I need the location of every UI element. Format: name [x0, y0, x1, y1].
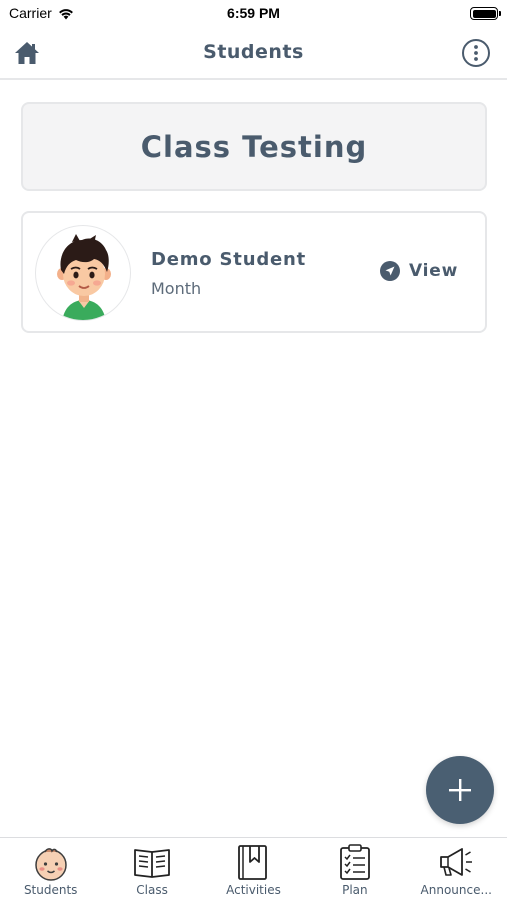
megaphone-icon	[440, 848, 473, 876]
open-book-icon	[134, 849, 170, 878]
carrier-label: Carrier	[9, 5, 52, 21]
tab-label: Class	[136, 883, 168, 897]
class-header-card: Class Testing	[21, 102, 487, 191]
view-student-button[interactable]: View	[380, 261, 458, 281]
battery-icon	[470, 7, 501, 20]
tab-plan[interactable]: Plan	[304, 838, 405, 900]
clipboard-checklist-icon	[339, 844, 370, 880]
student-subtitle: Month	[151, 279, 202, 298]
plus-icon	[449, 779, 471, 801]
navigation-bar: Students	[0, 28, 507, 80]
tab-announcements[interactable]: Announce...	[406, 838, 507, 900]
student-name: Demo Student	[151, 249, 307, 270]
bottom-tab-bar: Students Class Activities Plan Announce.…	[0, 837, 507, 900]
class-title: Class Testing	[140, 129, 368, 164]
tab-label: Students	[23, 883, 78, 897]
tab-students[interactable]: Students	[0, 838, 101, 900]
status-time: 6:59 PM	[227, 5, 280, 21]
boy-avatar-icon	[57, 234, 111, 320]
baby-face-icon	[34, 848, 67, 881]
tab-label: Activities	[226, 883, 281, 897]
view-label: View	[409, 261, 459, 281]
carrier-group: Carrier	[9, 5, 75, 21]
more-options-button[interactable]	[461, 38, 491, 68]
student-card[interactable]: Demo Student Month View	[21, 211, 487, 333]
tab-label: Announce...	[420, 883, 492, 897]
status-bar: Carrier 6:59 PM	[0, 0, 507, 28]
wifi-icon	[58, 8, 73, 19]
navigation-arrow-icon	[380, 261, 400, 281]
more-vertical-icon	[462, 39, 490, 67]
page-title: Students	[203, 41, 304, 63]
tab-label: Plan	[342, 883, 368, 897]
student-avatar	[35, 225, 131, 321]
tab-class[interactable]: Class	[101, 838, 202, 900]
tab-activities[interactable]: Activities	[203, 838, 304, 900]
bookmark-book-icon	[238, 845, 268, 880]
add-student-button[interactable]	[426, 756, 494, 824]
